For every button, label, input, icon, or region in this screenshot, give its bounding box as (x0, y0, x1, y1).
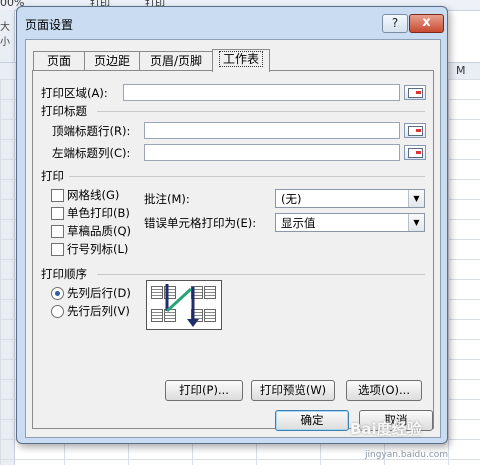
print-titles-section-label: 打印标题 (41, 104, 87, 118)
print-area-collapse-button[interactable] (404, 85, 426, 100)
row-col-headings-label[interactable]: 行号列标(L) (67, 241, 128, 257)
left-cols-label: 左端标题列(C): (52, 146, 131, 160)
over-then-down-radio[interactable] (51, 305, 64, 318)
ok-button[interactable]: 确定 (275, 410, 349, 431)
dialog-titlebar[interactable]: 页面设置 ? x (17, 7, 447, 37)
print-button[interactable]: 打印(P)... (165, 380, 243, 401)
tab-sheet-label: 工作表 (218, 51, 263, 67)
page-order-preview-icon (146, 280, 222, 330)
black-white-checkbox[interactable] (51, 207, 64, 220)
close-button[interactable]: x (409, 14, 444, 33)
tab-page[interactable]: 页面 (33, 51, 85, 71)
sheet-tab-panel: 打印区域(A): 打印标题 顶端标题行(R): 左端标题列(C): 打印 网格线… (32, 70, 434, 429)
options-button[interactable]: 选项(O)... (346, 380, 422, 401)
tab-margins[interactable]: 页边距 (84, 51, 140, 71)
comments-label: 批注(M): (144, 192, 190, 206)
draft-quality-checkbox[interactable] (51, 225, 64, 238)
cell-errors-label: 错误单元格打印为(E): (144, 216, 257, 230)
print-area-label: 打印区域(A): (41, 86, 108, 100)
tab-header-footer[interactable]: 页眉/页脚 (139, 51, 213, 71)
divider (97, 274, 425, 275)
watermark-url: jingyan.baidu.com (365, 450, 449, 460)
range-select-icon (408, 126, 423, 136)
row-col-headings-checkbox[interactable] (51, 243, 64, 256)
print-section-label: 打印 (41, 169, 64, 183)
range-select-icon (408, 148, 423, 158)
tab-sheet[interactable]: 工作表 (212, 49, 270, 72)
comments-value: (无) (281, 192, 302, 206)
top-rows-label: 顶端标题行(R): (52, 124, 131, 138)
draft-quality-label[interactable]: 草稿品质(Q) (67, 223, 131, 239)
page-setup-dialog: 页面设置 ? x 页面 页边距 页眉/页脚 工作表 打印区域(A): 打印标题 … (16, 6, 448, 444)
range-select-icon (408, 88, 423, 98)
page-order-section-label: 打印顺序 (41, 267, 87, 281)
gridlines-label[interactable]: 网格线(G) (67, 187, 119, 203)
gridlines-checkbox[interactable] (51, 189, 64, 202)
comments-select[interactable]: (无) ▼ (275, 189, 425, 208)
top-rows-input[interactable] (144, 122, 400, 139)
down-then-over-label[interactable]: 先列后行(D) (67, 285, 131, 301)
side-size-label: 大小 (0, 22, 10, 48)
top-rows-collapse-button[interactable] (404, 123, 426, 138)
print-preview-button[interactable]: 打印预览(W) (251, 380, 335, 401)
dialog-title: 页面设置 (25, 18, 74, 32)
over-then-down-label[interactable]: 先行后列(V) (67, 303, 130, 319)
divider (69, 176, 425, 177)
left-cols-input[interactable] (144, 144, 400, 161)
dialog-client-area: 页面 页边距 页眉/页脚 工作表 打印区域(A): 打印标题 顶端标题行(R):… (25, 39, 441, 438)
column-m-header[interactable]: M (456, 64, 466, 77)
black-white-label[interactable]: 单色打印(B) (67, 205, 130, 221)
down-then-over-radio[interactable] (51, 287, 64, 300)
chevron-down-icon[interactable]: ▼ (408, 214, 424, 231)
watermark-logo: Bai度经验 (350, 420, 422, 438)
left-cols-collapse-button[interactable] (404, 145, 426, 160)
cell-errors-value: 显示值 (281, 216, 316, 230)
order-arrow-icon (165, 284, 199, 327)
help-button[interactable]: ? (382, 14, 408, 33)
chevron-down-icon[interactable]: ▼ (408, 190, 424, 207)
print-area-input[interactable] (123, 84, 400, 101)
cell-errors-select[interactable]: 显示值 ▼ (275, 213, 425, 232)
divider (97, 111, 425, 112)
